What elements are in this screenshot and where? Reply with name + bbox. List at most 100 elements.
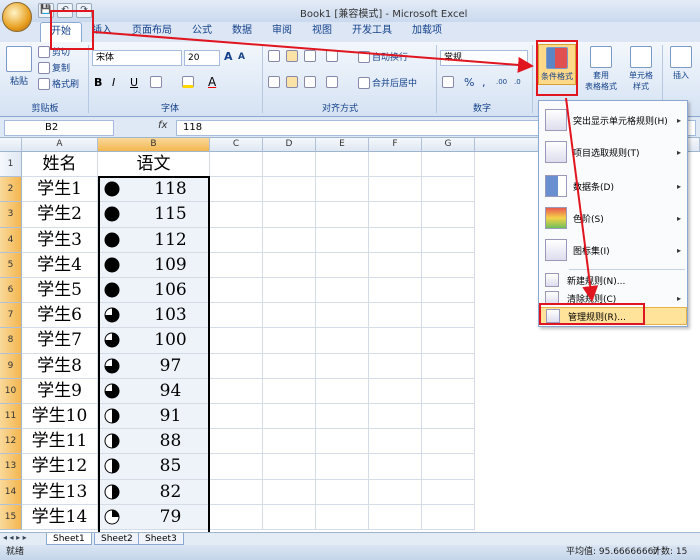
empty-cell[interactable] <box>316 328 369 354</box>
empty-cell[interactable] <box>316 202 369 228</box>
align-center-button[interactable] <box>286 76 298 88</box>
empty-cell[interactable] <box>316 278 369 304</box>
cell-score[interactable]: 112 <box>98 227 210 253</box>
column-header[interactable]: G <box>422 138 475 152</box>
increase-decimal-button[interactable]: .00 <box>496 78 507 86</box>
row-header[interactable]: 14 <box>0 479 22 505</box>
empty-cell[interactable] <box>422 454 475 480</box>
align-left-button[interactable] <box>268 76 280 88</box>
align-top-button[interactable] <box>268 50 280 62</box>
cell-score[interactable]: 118 <box>98 177 210 203</box>
cell-score[interactable]: 88 <box>98 429 210 455</box>
empty-cell[interactable] <box>316 177 369 203</box>
format-as-table-button[interactable]: 套用 表格格式 <box>582 46 620 92</box>
empty-cell[interactable] <box>369 252 422 278</box>
font-name-combo[interactable]: 宋体 <box>92 50 182 66</box>
empty-cell[interactable] <box>263 152 316 178</box>
column-header[interactable]: A <box>22 138 98 152</box>
empty-cell[interactable] <box>422 353 475 379</box>
menu-item-new-rule[interactable]: 新建规则(N)... <box>539 271 687 289</box>
percent-button[interactable]: % <box>464 76 474 89</box>
tab-data[interactable]: 数据 <box>222 22 262 42</box>
select-all-corner[interactable] <box>0 138 22 152</box>
bold-button[interactable]: B <box>94 76 102 89</box>
office-button[interactable] <box>2 2 32 32</box>
row-header[interactable]: 15 <box>0 504 22 530</box>
sheet-tab[interactable]: Sheet1 <box>46 533 92 545</box>
cell-score[interactable]: 115 <box>98 202 210 228</box>
row-header[interactable]: 9 <box>0 353 22 379</box>
empty-cell[interactable] <box>210 378 263 404</box>
empty-cell[interactable] <box>210 177 263 203</box>
empty-cell[interactable] <box>422 177 475 203</box>
sheet-nav-arrows[interactable]: ◂ ◂ ▸ ▸ <box>3 533 27 542</box>
align-middle-button[interactable] <box>286 50 298 62</box>
cell-name[interactable]: 学生6 <box>22 303 98 329</box>
empty-cell[interactable] <box>316 404 369 430</box>
empty-cell[interactable] <box>210 479 263 505</box>
empty-cell[interactable] <box>263 504 316 530</box>
cell-styles-button[interactable]: 单元格 样式 <box>622 46 660 92</box>
row-header[interactable]: 11 <box>0 404 22 430</box>
paste-button[interactable]: 粘贴 <box>6 46 32 87</box>
merge-center-button[interactable]: 合并后居中 <box>358 76 417 89</box>
row-header[interactable]: 4 <box>0 227 22 253</box>
empty-cell[interactable] <box>316 479 369 505</box>
tab-addins[interactable]: 加载项 <box>402 22 452 42</box>
empty-cell[interactable] <box>316 429 369 455</box>
row-header[interactable]: 7 <box>0 303 22 329</box>
empty-cell[interactable] <box>263 252 316 278</box>
empty-cell[interactable] <box>263 227 316 253</box>
name-box[interactable]: B2 <box>4 120 114 136</box>
cell-name[interactable]: 学生3 <box>22 227 98 253</box>
empty-cell[interactable] <box>263 202 316 228</box>
insert-cells-button[interactable]: 插入 <box>666 46 696 81</box>
empty-cell[interactable] <box>316 504 369 530</box>
empty-cell[interactable] <box>210 202 263 228</box>
empty-cell[interactable] <box>369 429 422 455</box>
function-icon[interactable]: fx <box>158 120 167 131</box>
empty-cell[interactable] <box>263 454 316 480</box>
row-header[interactable]: 6 <box>0 278 22 304</box>
cell-name[interactable]: 学生11 <box>22 429 98 455</box>
number-format-combo[interactable]: 常规 <box>440 50 528 66</box>
empty-cell[interactable] <box>263 303 316 329</box>
cell-name[interactable]: 学生14 <box>22 504 98 530</box>
empty-cell[interactable] <box>210 252 263 278</box>
wrap-text-button[interactable]: 自动换行 <box>358 50 408 63</box>
row-header[interactable]: 1 <box>0 152 22 178</box>
empty-cell[interactable] <box>422 504 475 530</box>
empty-cell[interactable] <box>316 152 369 178</box>
cell-score[interactable]: 109 <box>98 252 210 278</box>
empty-cell[interactable] <box>263 479 316 505</box>
empty-cell[interactable] <box>210 152 263 178</box>
cell-score[interactable]: 91 <box>98 404 210 430</box>
empty-cell[interactable] <box>422 227 475 253</box>
empty-cell[interactable] <box>422 378 475 404</box>
cell-score[interactable]: 100 <box>98 328 210 354</box>
italic-button[interactable]: I <box>112 76 115 89</box>
menu-item-icon-sets[interactable]: 图标集(I) ▸ <box>539 235 687 265</box>
cell-name[interactable]: 学生7 <box>22 328 98 354</box>
cell-name[interactable]: 学生1 <box>22 177 98 203</box>
cell-name[interactable]: 学生2 <box>22 202 98 228</box>
empty-cell[interactable] <box>369 227 422 253</box>
cell-name[interactable]: 学生10 <box>22 404 98 430</box>
column-header[interactable]: D <box>263 138 316 152</box>
cell-name[interactable]: 学生5 <box>22 278 98 304</box>
column-header[interactable]: B <box>98 138 210 152</box>
empty-cell[interactable] <box>210 227 263 253</box>
empty-cell[interactable] <box>422 328 475 354</box>
empty-cell[interactable] <box>210 353 263 379</box>
empty-cell[interactable] <box>369 303 422 329</box>
empty-cell[interactable] <box>316 227 369 253</box>
orientation-button[interactable] <box>326 50 338 62</box>
fill-color-button[interactable] <box>182 76 194 88</box>
font-size-combo[interactable]: 20 <box>184 50 220 66</box>
cell-score[interactable]: 79 <box>98 504 210 530</box>
empty-cell[interactable] <box>210 404 263 430</box>
empty-cell[interactable] <box>369 328 422 354</box>
empty-cell[interactable] <box>369 404 422 430</box>
empty-cell[interactable] <box>369 202 422 228</box>
shrink-font-button[interactable]: A <box>238 52 245 62</box>
